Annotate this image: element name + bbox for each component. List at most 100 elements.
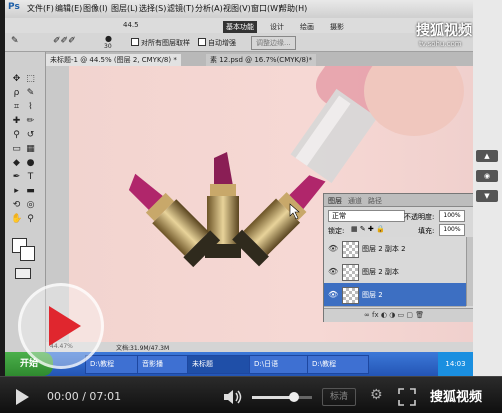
workspace-design-button[interactable]: 设计 [267, 21, 287, 33]
taskbar-item[interactable]: D:\日语 [249, 355, 311, 374]
layers-panel-header: 图层 通道 路径 [324, 194, 473, 207]
dodge-tool-icon[interactable]: ● [25, 158, 36, 169]
type-tool-icon[interactable]: T [25, 172, 36, 183]
menu-select[interactable]: 选择(S) [139, 3, 166, 14]
lock-icons[interactable]: ▦ ✎ ✚ 🔒 [351, 225, 385, 233]
refine-edge-button[interactable]: 调整边缘... [251, 36, 296, 50]
taskbar-item[interactable]: 音影播 [137, 355, 191, 374]
visibility-eye-icon[interactable]: 👁 [328, 290, 338, 299]
layer-name: 图层 2 副本 [362, 268, 399, 276]
eyedropper-tool-icon[interactable]: ⌇ [25, 102, 36, 113]
time-display: 00:00 / 07:01 [47, 390, 121, 403]
sample-all-layers-checkbox[interactable] [131, 38, 139, 46]
layer-row-selected[interactable]: 👁 图层 2 [324, 283, 466, 307]
layer-thumbnail [342, 264, 359, 281]
lock-label: 锁定: [328, 227, 345, 235]
duration: 07:01 [89, 390, 122, 403]
play-icon[interactable] [14, 388, 30, 406]
volume-icon[interactable] [223, 388, 243, 406]
layer-actions-icons[interactable]: ∞ fx ◐ ◑ ▭ ▢ 🗑 [364, 311, 424, 319]
side-download-button[interactable]: ▼ [476, 190, 498, 202]
opacity-input[interactable]: 100% [439, 210, 465, 222]
sohu-video-logo: 搜狐视频 [430, 390, 483, 405]
visibility-eye-icon[interactable]: 👁 [328, 267, 338, 276]
3d-orbit-tool-icon[interactable]: ◎ [25, 200, 36, 211]
lipstick-left [128, 173, 221, 268]
marquee-tool-icon[interactable]: ⬚ [25, 74, 36, 85]
menu-image[interactable]: 图像(I) [83, 3, 108, 14]
layer-row[interactable]: 👁 图层 2 副本 [324, 260, 466, 284]
menu-analysis[interactable]: 分析(A) [195, 3, 223, 14]
menu-view[interactable]: 视图(V) [223, 3, 251, 14]
shape-tool-icon[interactable]: ▬ [25, 186, 36, 197]
menu-file[interactable]: 文件(F) [27, 3, 54, 14]
zoom-level[interactable]: 44.5 [123, 21, 139, 29]
move-tool-icon[interactable]: ✥ [11, 74, 22, 85]
tab-psd-12[interactable]: 素 12.psd @ 16.7%(CMYK/8)* [206, 54, 317, 66]
workspace-painting-button[interactable]: 绘画 [297, 21, 317, 33]
opacity-label: 不透明度: [404, 213, 435, 221]
menu-window[interactable]: 窗口(W) [251, 3, 281, 14]
brush-tool-icon[interactable]: ✏ [25, 116, 36, 127]
brush-size-icon[interactable]: ● [105, 34, 112, 43]
tab-layers[interactable]: 图层 [328, 196, 342, 206]
volume-slider-handle[interactable] [289, 392, 299, 402]
hand-tool-icon[interactable]: ✋ [11, 214, 22, 225]
clone-stamp-tool-icon[interactable]: ⚲ [11, 130, 22, 141]
workspace-essentials-button[interactable]: 基本功能 [223, 21, 257, 33]
side-expand-button[interactable]: ▲ [476, 150, 498, 162]
tab-untitled-1[interactable]: 未标题-1 @ 44.5% (图层 2, CMYK/8) * [46, 54, 181, 66]
history-brush-tool-icon[interactable]: ↺ [25, 130, 36, 141]
zoom-tool-icon[interactable]: ⚲ [25, 214, 36, 225]
current-time: 00:00 [47, 390, 79, 403]
eraser-tool-icon[interactable]: ▭ [11, 144, 22, 155]
layers-scrollbar[interactable] [466, 237, 473, 306]
side-share-button[interactable]: ◉ [476, 170, 498, 182]
options-bar: ✎ ✐✐✐ ● 30 对所有图层取样 自动增强 调整边缘... [5, 33, 473, 52]
taskbar-item[interactable]: D:\教程 [307, 355, 369, 374]
pen-tool-icon[interactable]: ✒ [11, 172, 22, 183]
auto-enhance-checkbox[interactable] [198, 38, 206, 46]
workspace-photography-button[interactable]: 摄影 [327, 21, 347, 33]
settings-gear-icon[interactable]: ⚙ [370, 387, 383, 403]
layer-name: 图层 2 [362, 291, 383, 299]
visibility-eye-icon[interactable]: 👁 [328, 244, 338, 253]
application-bar: 44.5 基本功能 设计 绘画 摄影 [5, 18, 473, 34]
player-side-panel: ▲ ◉ ▼ [473, 0, 502, 376]
3d-rotate-tool-icon[interactable]: ⟲ [11, 200, 22, 211]
layer-row[interactable]: 👁 图层 2 副本 2 [324, 237, 466, 261]
background-color-swatch[interactable] [20, 246, 35, 261]
layers-panel: 图层 通道 路径 正常 不透明度: 100% 锁定: ▦ ✎ ✚ 🔒 填充: 1… [323, 193, 473, 322]
brush-mode-icon[interactable]: ✐✐✐ [53, 36, 76, 46]
fill-input[interactable]: 100% [439, 224, 465, 236]
gradient-tool-icon[interactable]: ▦ [25, 144, 36, 155]
blur-tool-icon[interactable]: ◆ [11, 158, 22, 169]
fullscreen-icon[interactable] [398, 388, 416, 406]
document-status-bar: 44.47% 文档:31.9M/47.3M [46, 342, 473, 352]
sample-all-layers-label: 对所有图层取样 [141, 39, 190, 47]
menu-filter[interactable]: 滤镜(T) [167, 3, 194, 14]
menu-bar: Ps 文件(F) 编辑(E) 图像(I) 图层(L) 选择(S) 滤镜(T) 分… [5, 0, 473, 19]
tab-paths[interactable]: 路径 [368, 196, 382, 206]
lipstick-right [232, 175, 326, 267]
menu-edit[interactable]: 编辑(E) [55, 3, 82, 14]
time-separator: / [82, 390, 86, 403]
tab-channels[interactable]: 通道 [348, 196, 362, 206]
crop-tool-icon[interactable]: ⌗ [11, 102, 22, 113]
layer-thumbnail [342, 241, 359, 258]
document-tabs: 未标题-1 @ 44.5% (图层 2, CMYK/8) * 素 12.psd … [46, 52, 473, 66]
path-select-tool-icon[interactable]: ▸ [11, 186, 22, 197]
menu-layer[interactable]: 图层(L) [111, 3, 138, 14]
taskbar-item-active[interactable]: 未标题 [187, 355, 253, 374]
healing-tool-icon[interactable]: ✚ [11, 116, 22, 127]
quick-selection-icon[interactable]: ✎ [11, 36, 19, 46]
quick-mask-icon[interactable] [15, 268, 31, 279]
quick-select-tool-icon[interactable]: ✎ [25, 88, 36, 99]
quality-button[interactable]: 标清 [322, 388, 356, 406]
lasso-tool-icon[interactable]: ρ [11, 88, 22, 99]
blend-mode-select[interactable]: 正常 [328, 210, 405, 222]
fill-label: 填充: [418, 227, 435, 235]
background-lipstick [290, 66, 464, 184]
menu-help[interactable]: 帮助(H) [279, 3, 307, 14]
big-play-button[interactable] [18, 283, 104, 369]
